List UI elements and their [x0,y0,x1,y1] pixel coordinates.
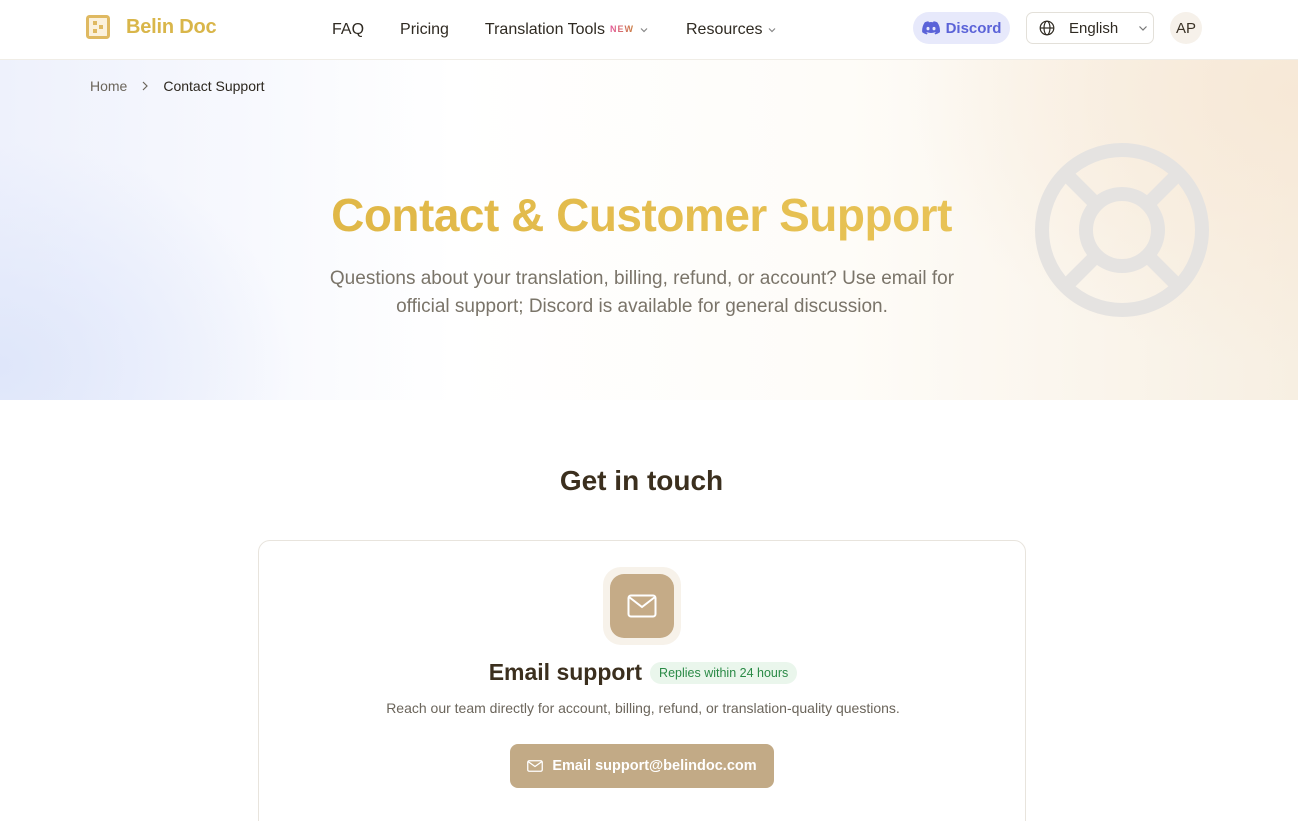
breadcrumb-current: Contact Support [163,78,265,94]
nav-resources-label: Resources [685,21,763,38]
logo-link[interactable]: Belin Doc [86,15,217,39]
breadcrumb-home[interactable]: Home [90,78,127,94]
nav-resources[interactable]: Resources [686,21,776,39]
discord-button[interactable]: Discord [913,12,1010,44]
nav-translation-tools-label: Translation Tools [484,21,605,38]
language-select[interactable]: English [1026,12,1154,44]
top-header: Belin Doc FAQ Pricing Translation Tools … [0,0,1298,60]
chevron-down-icon [769,28,776,33]
avatar[interactable]: AP [1170,12,1202,44]
section-title: Get in touch [559,465,724,496]
mail-icon-tile [610,574,674,638]
mail-icon [627,594,657,618]
email-support-button[interactable]: Email support@belindoc.com [510,744,774,788]
email-support-card: Email support Replies within 24 hours Re… [258,540,1026,821]
language-label: English [1069,19,1119,37]
logo-mark-icon [86,15,110,39]
hero-section: Home Contact Support Contact & Customer … [0,60,1298,400]
nav-faq[interactable]: FAQ [332,21,364,39]
mail-icon [527,760,544,772]
chevron-right-icon [142,81,149,91]
email-support-button-label: Email support@belindoc.com [552,758,757,774]
chevron-down-icon [640,28,648,33]
card-description: Reach our team directly for account, bil… [386,700,900,716]
new-badge: NEW [609,24,634,34]
mail-icon-container [603,567,681,645]
nav-pricing[interactable]: Pricing [400,21,449,39]
discord-icon [921,21,940,35]
main-nav: FAQ Pricing Translation Tools NEW Resour… [332,0,776,60]
card-title-row: Email support Replies within 24 hours [259,659,1027,686]
card-title: Email support [488,659,643,685]
page-subtitle: Questions about your translation, billin… [329,268,955,317]
page-title: Contact & Customer Support [0,188,1283,242]
reply-time-badge: Replies within 24 hours [650,661,798,684]
globe-icon [1039,20,1055,36]
logo-text: Belin Doc [126,15,217,38]
nav-translation-tools[interactable]: Translation Tools NEW [485,21,648,39]
chevron-down-icon [1139,26,1148,31]
breadcrumb: Home Contact Support [90,78,265,94]
discord-label: Discord [945,19,1002,37]
